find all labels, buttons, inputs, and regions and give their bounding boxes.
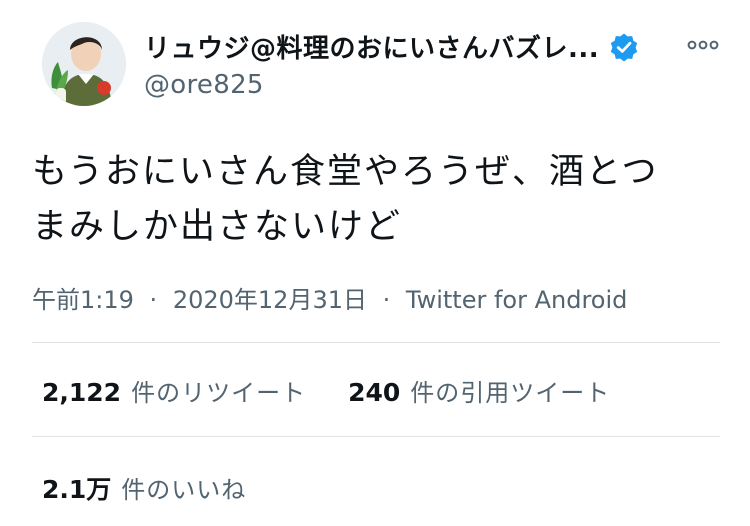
retweets-count: 2,122 xyxy=(42,378,122,407)
retweets-label: 件のリツイート xyxy=(131,379,307,407)
quotes-label: 件の引用ツイート xyxy=(410,379,611,407)
tweet-text-line: もうおにいさん食堂やろうぜ、酒とつ xyxy=(32,152,659,192)
avatar-photo-icon xyxy=(42,22,126,106)
tweet-meta: 午前1:19 · 2020年12月31日 · Twitter for Andro… xyxy=(32,280,627,315)
meta-separator: · xyxy=(382,286,391,314)
tweet-text: もうおにいさん食堂やろうぜ、酒とつ まみしか出さないけど xyxy=(32,145,722,255)
likes-stat-inner: 2.1万 件のいいね xyxy=(42,470,246,506)
user-name-row[interactable]: リュウジ@料理のおにいさんバズレ... xyxy=(144,28,639,65)
tweet-time[interactable]: 午前1:19 xyxy=(32,286,134,314)
likes-stat[interactable]: 2.1万 件のいいね xyxy=(42,470,288,506)
tweet-text-line: まみしか出さないけど xyxy=(32,207,403,247)
quotes-count: 240 xyxy=(348,378,401,407)
user-handle[interactable]: @ore825 xyxy=(144,70,264,100)
retweets-stat[interactable]: 2,122 件のリツイート xyxy=(42,373,306,408)
tweet-date[interactable]: 2020年12月31日 xyxy=(173,286,367,314)
more-options-icon[interactable] xyxy=(683,30,723,60)
meta-separator: · xyxy=(149,286,158,314)
divider xyxy=(32,436,720,437)
avatar[interactable] xyxy=(42,22,126,106)
likes-count: 2.1万 xyxy=(42,475,112,504)
divider xyxy=(32,342,720,343)
likes-label: 件のいいね xyxy=(121,476,247,504)
display-name[interactable]: リュウジ@料理のおにいさんバズレ... xyxy=(144,28,599,65)
quotes-stat[interactable]: 240 件の引用ツイート xyxy=(348,373,610,408)
tweet-detail: リュウジ@料理のおにいさんバズレ... @ore825 もうおにいさん食堂やろう… xyxy=(0,0,750,526)
verified-badge-icon xyxy=(610,33,638,61)
tweet-source[interactable]: Twitter for Android xyxy=(406,286,627,314)
engagement-stats: 2,122 件のリツイート 240 件の引用ツイート xyxy=(42,373,652,408)
